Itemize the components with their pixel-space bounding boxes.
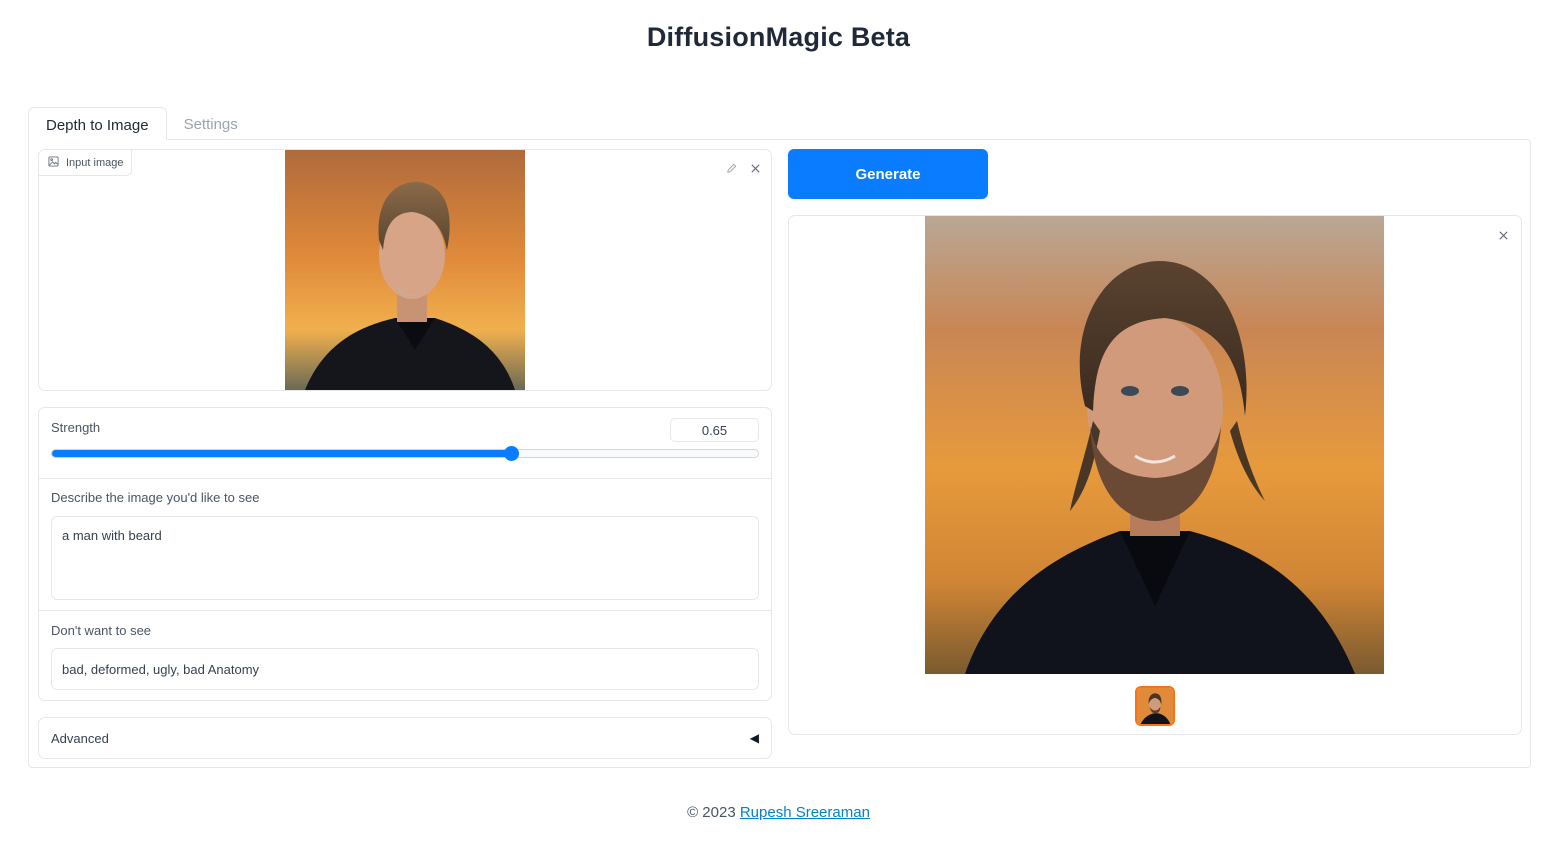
advanced-label: Advanced (51, 730, 109, 746)
divider (39, 610, 771, 611)
output-gallery (788, 215, 1522, 735)
pencil-icon[interactable] (721, 158, 741, 178)
tab-bar: Depth to Image Settings (28, 107, 255, 140)
close-icon[interactable] (745, 158, 765, 178)
tab-settings[interactable]: Settings (167, 107, 255, 140)
footer: © 2023 Rupesh Sreeraman (0, 804, 1557, 821)
strength-number-input[interactable] (670, 418, 759, 442)
negative-prompt-label: Don't want to see (51, 623, 152, 638)
strength-label: Strength (51, 420, 101, 435)
close-icon[interactable] (1493, 225, 1513, 245)
controls-group: Strength Describe the image you'd like t… (38, 407, 772, 701)
divider (39, 478, 771, 479)
generate-button[interactable]: Generate (788, 149, 988, 199)
strength-slider[interactable] (51, 446, 759, 461)
advanced-accordion[interactable]: Advanced ◀ (38, 717, 772, 759)
image-icon (48, 155, 59, 170)
triangle-left-icon: ◀ (749, 731, 759, 745)
input-image-dropzone[interactable]: Input image (38, 149, 772, 391)
strength-slider-thumb[interactable] (503, 446, 519, 461)
app-title: DiffusionMagic Beta (646, 22, 911, 52)
strength-slider-fill (52, 450, 511, 457)
prompt-label: Describe the image you'd like to see (51, 490, 260, 505)
depth-to-image-panel: Input image Strength 0.65 Describe the i… (28, 139, 1531, 768)
copyright-text: © 2023 (687, 804, 736, 821)
input-image-label-text: Input image (66, 156, 124, 169)
negative-prompt-input[interactable] (51, 648, 759, 690)
output-image[interactable] (925, 216, 1384, 674)
strength-block: Strength (39, 408, 771, 478)
input-image-label: Input image (39, 150, 133, 176)
prompt-textarea[interactable]: a man with beard (51, 516, 759, 600)
tab-depth-to-image[interactable]: Depth to Image (28, 107, 167, 140)
input-image-preview (285, 150, 525, 390)
gallery-thumbnail[interactable] (1135, 686, 1175, 726)
image-tools (721, 158, 765, 178)
author-link[interactable]: Rupesh Sreeraman (740, 804, 870, 821)
